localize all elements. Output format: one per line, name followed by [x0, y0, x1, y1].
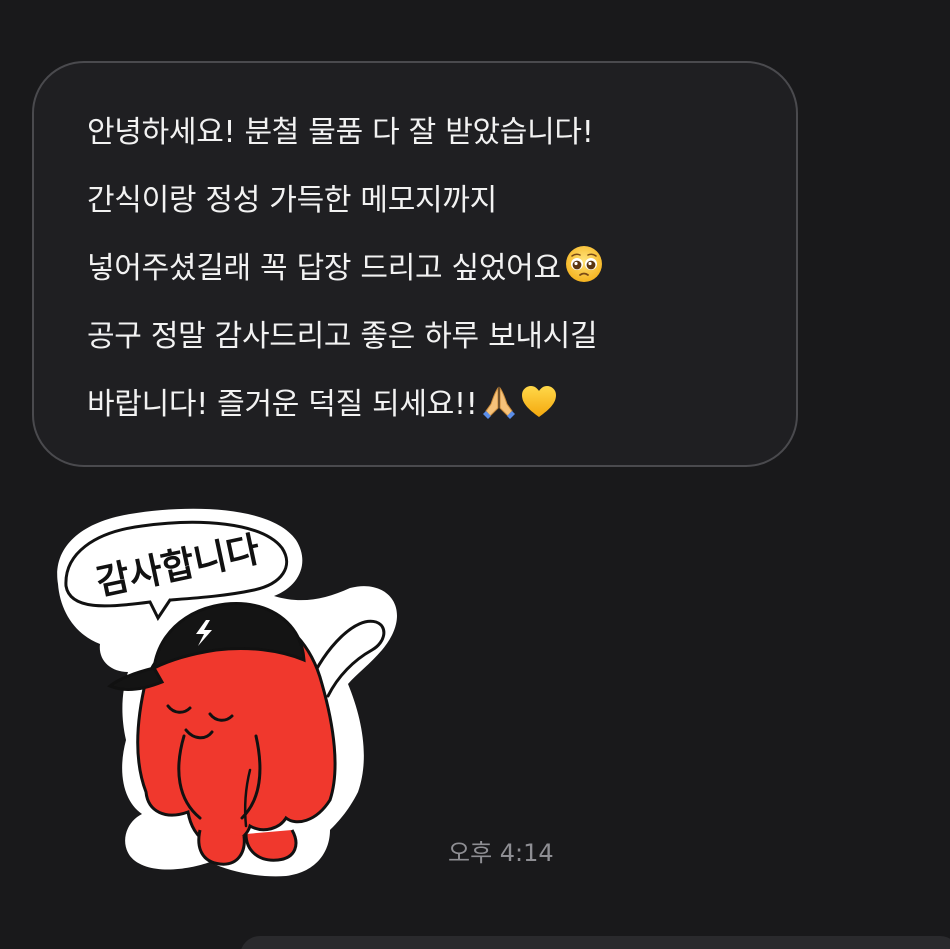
message-bubble[interactable]: 안녕하세요! 분철 물품 다 잘 받았습니다! 간식이랑 정성 가득한 메모지까… [32, 61, 798, 467]
message-line: 간식이랑 정성 가득한 메모지까지 [87, 175, 777, 243]
message-line-text: 바랍니다! 즐거운 덕질 되세요!! [87, 387, 478, 422]
message-line-text: 안녕하세요! 분철 물품 다 잘 받았습니다! [87, 115, 594, 150]
pleading-face-icon [564, 244, 604, 301]
sticker-foot-left [197, 829, 246, 866]
message-text: 안녕하세요! 분철 물품 다 잘 받았습니다! 간식이랑 정성 가득한 메모지까… [87, 107, 777, 447]
message-line-text: 간식이랑 정성 가득한 메모지까지 [87, 183, 497, 218]
message-line: 안녕하세요! 분철 물품 다 잘 받았습니다! [87, 107, 777, 175]
message-timestamp: 오후 4:14 [448, 839, 554, 867]
message-line: 넣어주셨길래 꼭 답장 드리고 싶었어요 [87, 243, 777, 311]
thank-you-sticker[interactable]: 감사합니다 [50, 500, 420, 890]
message-line-text: 공구 정말 감사드리고 좋은 하루 보내시길 [87, 319, 598, 354]
chat-area[interactable]: 안녕하세요! 분철 물품 다 잘 받았습니다! 간식이랑 정성 가득한 메모지까… [0, 0, 950, 949]
message-line-text: 넣어주셨길래 꼭 답장 드리고 싶었어요 [87, 251, 561, 286]
message-line: 공구 정말 감사드리고 좋은 하루 보내시길 [87, 311, 777, 379]
folded-hands-icon [481, 384, 517, 437]
message-line: 바랍니다! 즐거운 덕질 되세요!! [87, 379, 777, 447]
input-bar-edge[interactable] [240, 936, 950, 949]
yellow-heart-icon [520, 384, 558, 437]
